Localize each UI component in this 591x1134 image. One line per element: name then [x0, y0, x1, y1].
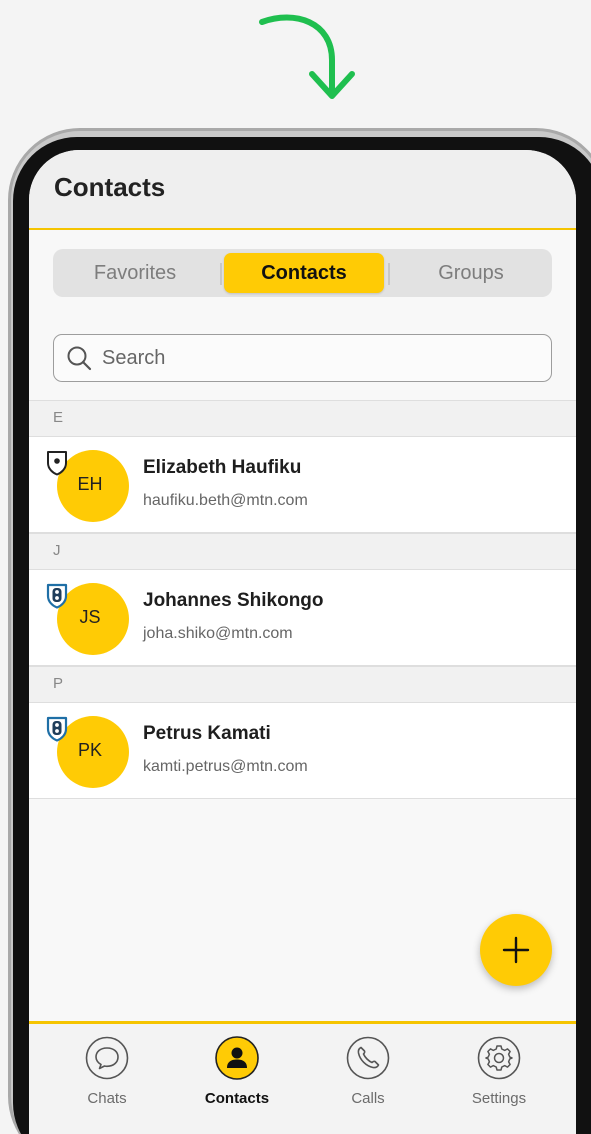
tab-label: Calls — [351, 1090, 385, 1107]
search-input[interactable] — [102, 335, 502, 381]
shield-dot-icon — [47, 451, 67, 476]
section-header-j: J — [29, 533, 576, 570]
phone-icon — [346, 1036, 390, 1080]
header-bar: Contacts — [29, 150, 576, 230]
tab-label: Chats — [87, 1090, 127, 1107]
bottom-tab-bar: Chats Contacts Calls Settings — [29, 1021, 576, 1134]
section-letter: J — [53, 542, 61, 559]
section-letter: E — [53, 409, 64, 426]
contact-name: Petrus Kamati — [143, 723, 271, 744]
contact-email: joha.shiko@mtn.com — [143, 625, 293, 642]
segment-divider — [220, 263, 222, 285]
app-root: Contacts Favorites Contacts Groups E EH — [0, 0, 591, 1134]
tab-settings[interactable]: Settings — [444, 1036, 554, 1116]
contact-name: Johannes Shikongo — [143, 590, 324, 611]
tab-label: Settings — [471, 1090, 527, 1107]
segmented-control: Favorites Contacts Groups — [53, 249, 552, 297]
gear-icon — [477, 1036, 521, 1080]
avatar-initials: EH — [77, 474, 103, 494]
contact-email: kamti.petrus@mtn.com — [143, 758, 308, 775]
plus-icon — [502, 936, 530, 964]
shield-blue-icon — [46, 583, 68, 609]
segment-groups[interactable]: Groups — [390, 249, 552, 297]
tab-contacts[interactable]: Contacts — [182, 1036, 292, 1116]
segment-contacts[interactable]: Contacts — [224, 253, 384, 293]
shield-blue-icon — [46, 716, 68, 742]
tab-calls[interactable]: Calls — [313, 1036, 423, 1116]
curved-arrow-icon — [259, 14, 355, 99]
contact-row-elizabeth[interactable]: EH Elizabeth Haufiku haufiku.beth@mtn.co… — [29, 437, 576, 533]
contact-name: Elizabeth Haufiku — [143, 457, 302, 478]
section-header-e: E — [29, 400, 576, 437]
segment-favorites[interactable]: Favorites — [53, 249, 217, 297]
search-icon — [67, 346, 92, 371]
app-screen: Contacts Favorites Contacts Groups E EH — [29, 150, 576, 1134]
contact-row-johannes[interactable]: JS Johannes Shikongo joha.shiko@mtn.com — [29, 570, 576, 666]
add-contact-button[interactable] — [480, 914, 552, 986]
person-icon — [215, 1036, 259, 1080]
page-title: Contacts — [54, 172, 166, 202]
avatar-initials: JS — [79, 607, 101, 627]
tab-chats[interactable]: Chats — [52, 1036, 162, 1116]
section-header-p: P — [29, 666, 576, 703]
tab-label: Contacts — [204, 1090, 270, 1107]
avatar-initials: PK — [77, 740, 102, 760]
search-box — [53, 334, 552, 382]
contact-email: haufiku.beth@mtn.com — [143, 492, 308, 509]
chat-bubble-icon — [85, 1036, 129, 1080]
section-letter: P — [53, 675, 64, 692]
contact-row-petrus[interactable]: PK Petrus Kamati kamti.petrus@mtn.com — [29, 703, 576, 799]
